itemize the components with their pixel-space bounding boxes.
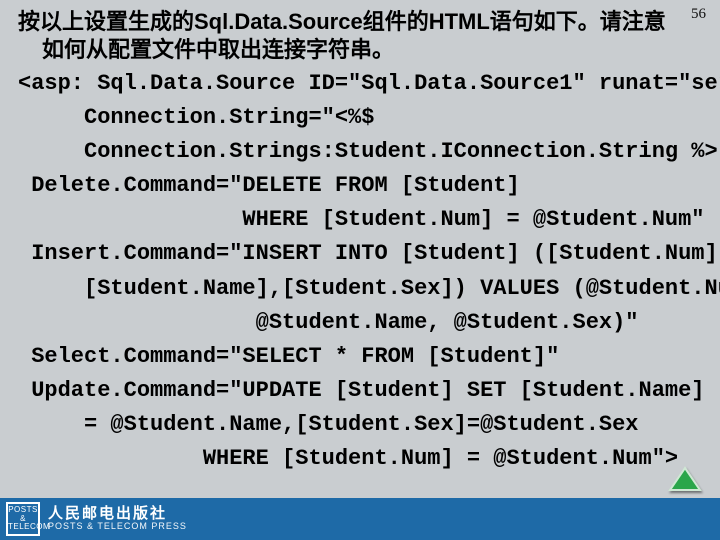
logo-mark-icon: POSTS & TELECOM [6, 502, 40, 536]
intro-text: 按以上设置生成的Sql.Data.Source组件的HTML语句如下。请注意 如… [18, 8, 680, 63]
publisher-name-en: POSTS & TELECOM PRESS [48, 522, 187, 532]
arrow-up-icon[interactable] [668, 466, 702, 492]
logo-mark-line2: TELECOM [8, 523, 38, 531]
footer-bar: POSTS & TELECOM 人民邮电出版社 POSTS & TELECOM … [0, 498, 720, 540]
intro-line-2: 如何从配置文件中取出连接字符串。 [18, 36, 680, 64]
page-number: 56 [691, 6, 706, 23]
logo-mark-line1: POSTS & [8, 506, 38, 523]
publisher-name-cn: 人民邮电出版社 [48, 506, 187, 523]
slide: 56 按以上设置生成的Sql.Data.Source组件的HTML语句如下。请注… [0, 0, 720, 540]
publisher-logo: POSTS & TELECOM 人民邮电出版社 POSTS & TELECOM … [0, 498, 187, 540]
code-block: <asp: Sql.Data.Source ID="Sql.Data.Sourc… [18, 67, 702, 476]
publisher-name: 人民邮电出版社 POSTS & TELECOM PRESS [48, 506, 187, 532]
intro-line-1: 按以上设置生成的Sql.Data.Source组件的HTML语句如下。请注意 [18, 9, 666, 34]
